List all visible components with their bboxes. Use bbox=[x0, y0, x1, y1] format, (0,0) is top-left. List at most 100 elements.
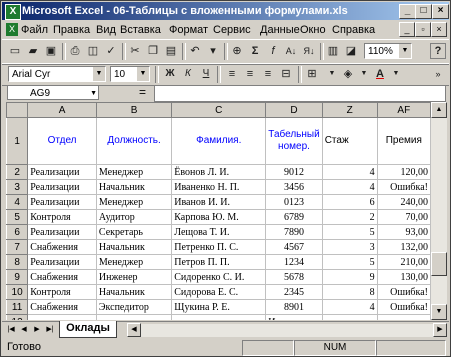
menu-file[interactable]: Файл bbox=[21, 24, 48, 36]
close-button[interactable]: × bbox=[432, 4, 449, 19]
experience-cell[interactable]: 3 bbox=[321, 239, 378, 255]
experience-cell[interactable]: 4 bbox=[321, 179, 378, 195]
position-cell[interactable]: Начальник bbox=[95, 284, 173, 300]
position-cell[interactable]: Инженер bbox=[95, 269, 173, 285]
bonus-cell[interactable] bbox=[376, 314, 431, 320]
department-cell[interactable]: Реализации bbox=[27, 194, 97, 210]
doc-icon[interactable]: X bbox=[6, 23, 18, 36]
tab-number-cell[interactable]: Итого bbox=[265, 314, 323, 320]
print-icon[interactable]: ⎙ bbox=[67, 43, 83, 59]
chart-icon[interactable]: ▥ bbox=[325, 43, 341, 59]
doc-restore-button[interactable]: ▫ bbox=[415, 22, 431, 37]
bonus-cell[interactable]: 70,00 bbox=[376, 209, 431, 225]
surname-cell[interactable]: Петров П. П. bbox=[171, 254, 267, 270]
align-right-icon[interactable]: ≡ bbox=[260, 66, 276, 82]
cut-icon[interactable]: ✂ bbox=[127, 43, 143, 59]
surname-cell[interactable]: Петренко П. С. bbox=[171, 239, 267, 255]
row-header[interactable]: 7 bbox=[6, 239, 29, 255]
position-cell[interactable] bbox=[95, 314, 173, 320]
new-icon[interactable]: ▭ bbox=[7, 43, 23, 59]
header-cell-department[interactable]: Отдел bbox=[27, 117, 97, 165]
sort-desc-icon[interactable]: Я↓ bbox=[301, 43, 317, 59]
row-header[interactable]: 5 bbox=[6, 209, 29, 225]
department-cell[interactable]: Реализации bbox=[27, 179, 97, 195]
position-cell[interactable]: Начальник bbox=[95, 179, 173, 195]
formula-input[interactable] bbox=[154, 85, 446, 102]
save-icon[interactable]: ▣ bbox=[43, 43, 59, 59]
header-cell-experience[interactable]: Стаж bbox=[321, 117, 378, 165]
row-header[interactable]: 9 bbox=[6, 269, 29, 285]
row-header[interactable]: 1 bbox=[6, 117, 29, 165]
merge-center-icon[interactable]: ⊟ bbox=[278, 66, 294, 82]
surname-cell[interactable]: Карпова Ю. М. bbox=[171, 209, 267, 225]
function-icon[interactable]: f bbox=[265, 43, 281, 59]
column-header-z[interactable]: Z bbox=[321, 102, 378, 118]
column-header-b[interactable]: B bbox=[95, 102, 173, 118]
font-color-icon[interactable]: A bbox=[372, 66, 388, 82]
row-header[interactable]: 12 bbox=[6, 314, 29, 320]
surname-cell[interactable]: Иванов И. И. bbox=[171, 194, 267, 210]
row-header[interactable]: 8 bbox=[6, 254, 29, 270]
sort-asc-icon[interactable]: A↓ bbox=[283, 43, 299, 59]
position-cell[interactable]: Менеджер bbox=[95, 164, 173, 180]
excel-app-icon[interactable]: X bbox=[5, 4, 21, 20]
toolbar-options-icon[interactable]: » bbox=[430, 66, 446, 82]
position-cell[interactable]: Секретарь bbox=[95, 224, 173, 240]
scroll-down-icon[interactable]: ▼ bbox=[431, 304, 447, 320]
tab-number-cell[interactable]: 5678 bbox=[265, 269, 323, 285]
redo-icon[interactable]: ▾ bbox=[205, 43, 221, 59]
department-cell[interactable]: Реализации bbox=[27, 224, 97, 240]
experience-cell[interactable]: 9 bbox=[321, 269, 378, 285]
department-cell[interactable]: Снабжения bbox=[27, 269, 97, 285]
zoom-select[interactable]: 110% ▼ bbox=[364, 43, 412, 59]
menu-insert[interactable]: Вставка bbox=[120, 24, 161, 36]
paste-icon[interactable]: ▤ bbox=[163, 43, 179, 59]
bonus-cell[interactable]: 210,00 bbox=[376, 254, 431, 270]
next-sheet-icon[interactable]: ▶ bbox=[31, 324, 43, 336]
tab-number-cell[interactable]: 8901 bbox=[265, 299, 323, 315]
bonus-cell[interactable]: 93,00 bbox=[376, 224, 431, 240]
position-cell[interactable]: Менеджер bbox=[95, 254, 173, 270]
bonus-cell[interactable]: Ошибка! bbox=[376, 179, 431, 195]
menu-format[interactable]: Формат bbox=[169, 24, 208, 36]
tab-number-cell[interactable]: 2345 bbox=[265, 284, 323, 300]
department-cell[interactable]: Реализации bbox=[27, 254, 97, 270]
copy-icon[interactable]: ❐ bbox=[145, 43, 161, 59]
experience-cell[interactable] bbox=[321, 314, 378, 320]
department-cell[interactable]: Контроля bbox=[27, 209, 97, 225]
column-header-d[interactable]: D bbox=[265, 102, 323, 118]
font-select[interactable]: Arial Cyr ▼ bbox=[8, 66, 106, 82]
vertical-scrollbar[interactable]: ▲ ▼ bbox=[431, 102, 447, 320]
doc-minimize-button[interactable]: _ bbox=[399, 22, 415, 37]
menu-window[interactable]: Окно bbox=[300, 24, 326, 36]
tab-number-cell[interactable]: 1234 bbox=[265, 254, 323, 270]
tab-number-cell[interactable]: 9012 bbox=[265, 164, 323, 180]
experience-cell[interactable]: 5 bbox=[321, 224, 378, 240]
column-header-af[interactable]: AF bbox=[376, 102, 431, 118]
last-sheet-icon[interactable]: ▶| bbox=[44, 324, 56, 336]
menu-help[interactable]: Справка bbox=[332, 24, 375, 36]
fill-color-icon[interactable]: ◈ bbox=[340, 66, 356, 82]
hyperlink-icon[interactable]: ⊕ bbox=[229, 43, 245, 59]
tab-number-cell[interactable]: 7890 bbox=[265, 224, 323, 240]
experience-cell[interactable]: 2 bbox=[321, 209, 378, 225]
align-left-icon[interactable]: ≡ bbox=[224, 66, 240, 82]
row-header[interactable]: 3 bbox=[6, 179, 29, 195]
underline-button[interactable]: Ч bbox=[198, 66, 214, 82]
chevron-down-icon[interactable]: ▼ bbox=[388, 66, 404, 82]
name-box[interactable]: AG9 ▼ bbox=[7, 85, 99, 100]
position-cell[interactable]: Начальник bbox=[95, 239, 173, 255]
experience-cell[interactable]: 4 bbox=[321, 299, 378, 315]
experience-cell[interactable]: 5 bbox=[321, 254, 378, 270]
bold-button[interactable]: Ж bbox=[162, 66, 178, 82]
open-icon[interactable]: ▰ bbox=[25, 43, 41, 59]
row-header[interactable]: 4 bbox=[6, 194, 29, 210]
bonus-cell[interactable]: 240,00 bbox=[376, 194, 431, 210]
align-center-icon[interactable]: ≡ bbox=[242, 66, 258, 82]
tab-number-cell[interactable]: 0123 bbox=[265, 194, 323, 210]
scroll-thumb[interactable] bbox=[431, 252, 447, 276]
drawing-icon[interactable]: ◪ bbox=[343, 43, 359, 59]
bonus-cell[interactable]: Ошибка! bbox=[376, 284, 431, 300]
row-header[interactable]: 2 bbox=[6, 164, 29, 180]
sheet-tab-oklady[interactable]: Оклады bbox=[59, 321, 117, 338]
